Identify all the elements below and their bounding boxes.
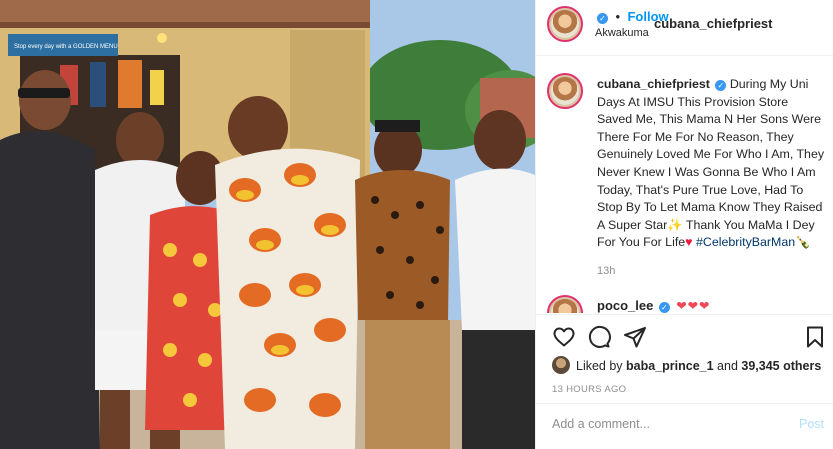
reply-hearts: ❤❤❤ [676,299,711,313]
heart-emoji: ♥ [685,235,693,250]
likes-mid: and [713,359,742,373]
comment-input[interactable] [552,417,772,431]
verified-badge-icon: ✓ [715,80,727,91]
post-timestamp[interactable]: 13 HOURS AGO [552,384,626,395]
likes-count[interactable]: 39,345 others [741,359,821,373]
caption-author-avatar[interactable] [547,73,583,109]
post-location[interactable]: Akwakuma [595,27,649,39]
group-photo-illustration: Stop every day with a GOLDEN MENU [0,0,535,449]
post-header: cubana_chiefpriest ✓ • Follow Akwakuma [536,0,833,56]
svg-text:Stop every day with a GOLDEN M: Stop every day with a GOLDEN MENU [14,44,118,50]
caption-username[interactable]: cubana_chiefpriest [597,77,710,91]
action-bar: Liked by baba_prince_1 and 39,345 others… [536,314,833,446]
comments-section: cubana_chiefpriest ✓ During My Uni Days … [536,57,833,313]
reply-username[interactable]: poco_lee [597,298,653,313]
sparkle-emoji: ✨ [667,217,683,232]
author-line: cubana_chiefpriest ✓ • Follow [595,8,773,31]
caption-text: During My Uni Days At IMSU This Provisio… [597,77,825,232]
author-avatar[interactable] [547,6,583,42]
caption-time[interactable]: 13h [597,265,615,277]
post-caption: cubana_chiefpriest ✓ During My Uni Days … [597,76,825,252]
author-username[interactable]: cubana_chiefpriest [654,16,773,31]
post-comment-button[interactable]: Post [799,417,824,431]
likes-prefix: Liked by [576,359,627,373]
bookmark-icon[interactable] [803,325,827,349]
share-icon[interactable] [623,325,647,349]
post-side-panel: cubana_chiefpriest ✓ • Follow Akwakuma c… [535,0,833,449]
post-photo[interactable]: Stop every day with a GOLDEN MENU [0,0,535,449]
comment-bar: Post [536,403,833,449]
caption-hashtag[interactable]: #CelebrityBarMan [696,235,795,249]
reply-author-avatar[interactable] [547,295,583,313]
liker-avatar[interactable] [552,356,570,374]
likes-summary: Liked by baba_prince_1 and 39,345 others [576,359,821,373]
separator-dot: • [615,9,621,24]
verified-badge-icon: ✓ [597,13,608,24]
liked-by-username[interactable]: baba_prince_1 [626,359,714,373]
bottle-emoji: 🍾 [795,235,811,250]
verified-badge-icon: ✓ [658,302,670,313]
heart-icon[interactable] [552,325,576,349]
comment-icon[interactable] [587,325,611,349]
reply-comment: poco_lee ✓ ❤❤❤ [597,298,710,313]
